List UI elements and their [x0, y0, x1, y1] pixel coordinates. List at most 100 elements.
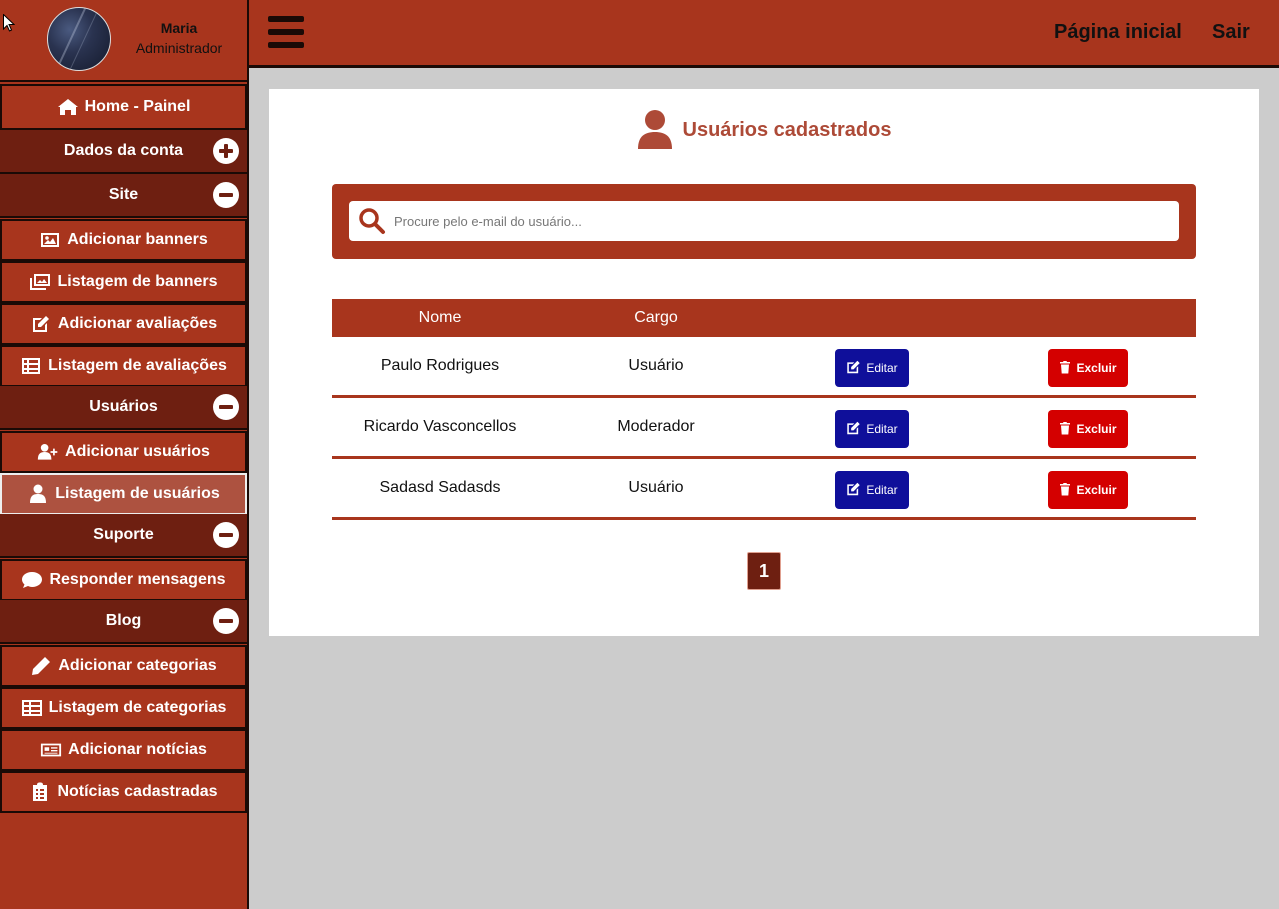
edit-icon	[846, 360, 866, 377]
search-field	[349, 201, 1179, 241]
edit-button[interactable]: Editar	[835, 471, 909, 509]
search-panel	[332, 184, 1196, 259]
edit-button-label: Editar	[866, 422, 898, 436]
sidebar-item-label: Listagem de categorias	[48, 699, 227, 716]
sidebar-item-label: Adicionar notícias	[68, 741, 207, 758]
sidebar-item-adicionar-noticias[interactable]: Adicionar notícias	[0, 729, 247, 771]
page-title: Usuários cadastrados	[682, 118, 892, 141]
edit-button[interactable]: Editar	[835, 349, 909, 387]
plus-circle-icon[interactable]	[213, 138, 239, 164]
table-body: Paulo Rodrigues Usuário Editar Excluir Ricar…	[332, 337, 1196, 520]
hamburger-menu-icon[interactable]	[268, 14, 304, 50]
edit-button-label: Editar	[866, 483, 898, 497]
sidebar-section-suporte[interactable]: Suporte	[0, 514, 247, 558]
sidebar-item-label: Adicionar banners	[67, 231, 208, 248]
sidebar-item-listagem-de-categorias[interactable]: Listagem de categorias	[0, 687, 247, 729]
sidebar-item-adicionar-categorias[interactable]: Adicionar categorias	[0, 645, 247, 687]
delete-button[interactable]: Excluir	[1048, 410, 1128, 448]
delete-button[interactable]: Excluir	[1048, 349, 1128, 387]
list-icon	[20, 356, 42, 376]
sidebar-section-label: Site	[108, 186, 139, 203]
image-icon	[39, 230, 61, 250]
sidebar-section-label: Dados da conta	[63, 142, 184, 159]
sidebar-section-label: Blog	[105, 612, 142, 629]
table-row: Sadasd Sadasds Usuário Editar Excluir	[332, 459, 1196, 520]
user-icon	[27, 484, 49, 504]
header-role: Cargo	[634, 309, 678, 326]
edit-icon	[846, 421, 866, 438]
sidebar-section-label: Usuários	[89, 398, 158, 415]
table-header: Nome Cargo	[332, 299, 1196, 337]
edit-button[interactable]: Editar	[835, 410, 909, 448]
sidebar-item-label: Adicionar avaliações	[57, 315, 218, 332]
pagination-page-1[interactable]: 1	[747, 552, 781, 590]
sidebar-item-adicionar-avaliacoes[interactable]: Adicionar avaliações	[0, 303, 247, 345]
delete-button-label: Excluir	[1076, 483, 1117, 497]
edit-icon	[30, 314, 52, 334]
delete-button-label: Excluir	[1076, 361, 1117, 375]
user-icon	[637, 110, 672, 149]
avatar	[47, 7, 111, 71]
sidebar: Maria Administrador Home - Painel Dados d…	[0, 0, 249, 909]
images-icon	[29, 272, 51, 292]
search-input[interactable]	[394, 213, 1154, 229]
sidebar-item-noticias-cadastradas[interactable]: Notícias cadastradas	[0, 771, 247, 813]
delete-button-label: Excluir	[1076, 422, 1117, 436]
page-heading: Usuários cadastrados	[269, 109, 1259, 151]
sidebar-item-label: Adicionar categorias	[58, 657, 217, 674]
cell-name: Ricardo Vasconcellos	[363, 418, 517, 435]
sidebar-item-label: Listagem de banners	[57, 273, 218, 290]
minus-circle-icon[interactable]	[213, 394, 239, 420]
home-icon	[57, 97, 79, 117]
cell-name: Paulo Rodrigues	[380, 357, 500, 374]
edit-icon	[846, 482, 866, 499]
trash-icon	[1059, 421, 1076, 438]
sidebar-item-label: Listagem de avaliações	[48, 357, 227, 374]
cell-role: Usuário	[628, 357, 684, 374]
home-link[interactable]: Página inicial	[1054, 21, 1182, 44]
sidebar-item-adicionar-banners[interactable]: Adicionar banners	[0, 219, 247, 261]
search-icon[interactable]	[358, 207, 386, 235]
minus-circle-icon[interactable]	[213, 608, 239, 634]
sidebar-item-label: Home - Painel	[84, 98, 191, 115]
sidebar-item-label: Responder mensagens	[49, 571, 226, 588]
newspaper-icon	[40, 740, 62, 760]
sidebar-item-label: Adicionar usuários	[65, 443, 210, 460]
profile: Maria Administrador	[0, 0, 247, 82]
clipboard-list-icon	[29, 782, 51, 802]
sidebar-item-listagem-de-banners[interactable]: Listagem de banners	[0, 261, 247, 303]
sidebar-section-label: Suporte	[93, 526, 154, 543]
cell-role: Usuário	[628, 479, 684, 496]
delete-button[interactable]: Excluir	[1048, 471, 1128, 509]
sidebar-item-responder-mensagens[interactable]: Responder mensagens	[0, 559, 247, 601]
cell-role: Moderador	[617, 418, 695, 435]
header-name: Nome	[418, 309, 462, 326]
table-icon	[21, 698, 43, 718]
sidebar-item-listagem-de-usuarios[interactable]: Listagem de usuários	[0, 473, 247, 515]
users-table: Nome Cargo Paulo Rodrigues Usuário Editar E…	[332, 299, 1196, 520]
user-plus-icon	[37, 442, 59, 462]
comment-icon	[21, 570, 43, 590]
sidebar-item-listagem-de-avaliacoes[interactable]: Listagem de avaliações	[0, 345, 247, 387]
sidebar-item-label: Listagem de usuários	[55, 485, 220, 502]
sidebar-item-home-painel[interactable]: Home - Painel	[0, 84, 247, 130]
sidebar-section-blog[interactable]: Blog	[0, 600, 247, 644]
profile-name: Maria	[160, 20, 198, 36]
pencil-icon	[30, 656, 52, 676]
sidebar-item-label: Notícias cadastradas	[57, 783, 218, 800]
trash-icon	[1059, 482, 1076, 499]
logout-link[interactable]: Sair	[1212, 21, 1250, 44]
profile-role: Administrador	[135, 40, 223, 56]
sidebar-section-usuarios[interactable]: Usuários	[0, 386, 247, 430]
edit-button-label: Editar	[866, 361, 898, 375]
mouse-cursor-icon	[3, 14, 15, 32]
sidebar-section-dados-da-conta[interactable]: Dados da conta	[0, 130, 247, 174]
minus-circle-icon[interactable]	[213, 522, 239, 548]
sidebar-section-site[interactable]: Site	[0, 174, 247, 218]
sidebar-item-adicionar-usuarios[interactable]: Adicionar usuários	[0, 431, 247, 473]
table-row: Paulo Rodrigues Usuário Editar Excluir	[332, 337, 1196, 398]
trash-icon	[1059, 360, 1076, 377]
minus-circle-icon[interactable]	[213, 182, 239, 208]
cell-name: Sadasd Sadasds	[379, 479, 501, 496]
topbar: Página inicial Sair	[249, 0, 1279, 68]
